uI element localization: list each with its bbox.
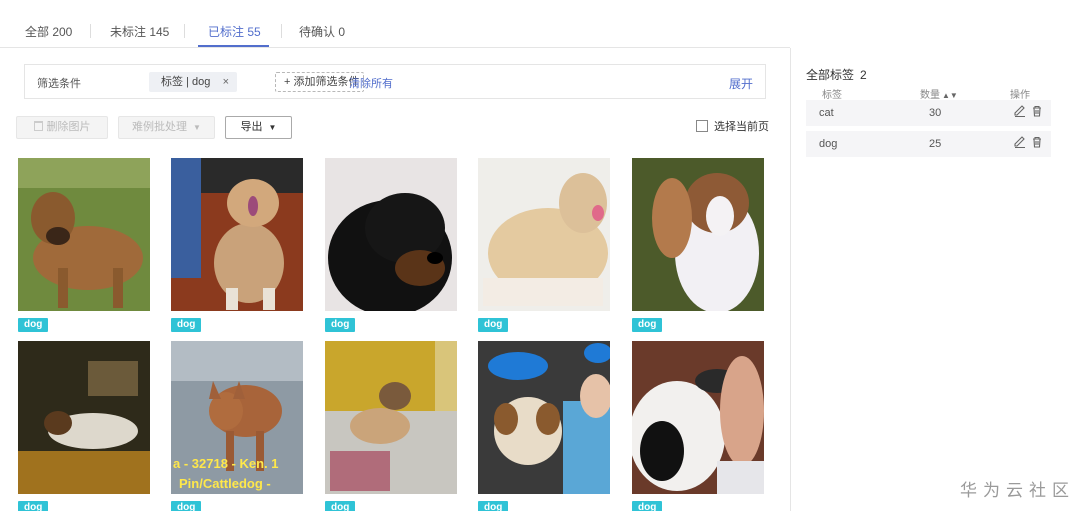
filter-chip[interactable]: 标签 | dog × xyxy=(149,72,237,92)
delete-images-label: 删除图片 xyxy=(46,121,91,133)
panel-divider xyxy=(790,48,791,511)
label-tag: dog xyxy=(632,501,663,511)
delete-images-button[interactable]: 删除图片 xyxy=(16,116,108,139)
trash-icon xyxy=(33,121,43,131)
dog-photo xyxy=(325,341,457,494)
chevron-down-icon: ▼ xyxy=(268,123,277,132)
export-label: 导出 xyxy=(240,121,263,133)
tab-pending[interactable]: 待确认 0 xyxy=(299,23,345,40)
label-tag: dog xyxy=(478,501,509,511)
image-card[interactable]: dog xyxy=(18,341,150,511)
column-header-actions: 操作 xyxy=(1010,90,1030,101)
column-header-count[interactable]: 数量 ▲▼ xyxy=(920,86,958,101)
tab-divider xyxy=(281,24,282,38)
image-card[interactable]: a - 32718 - Ken. 1 Pin/Cattledog - dog xyxy=(171,341,303,511)
dog-photo xyxy=(478,341,610,494)
edit-icon[interactable] xyxy=(1013,104,1027,118)
label-tag: dog xyxy=(632,318,663,332)
column-header-label: 标签 xyxy=(822,90,842,101)
close-icon[interactable]: × xyxy=(223,72,229,92)
dog-photo xyxy=(325,158,457,311)
label-count: 2 xyxy=(860,68,867,82)
dog-photo xyxy=(18,158,150,311)
tab-divider xyxy=(184,24,185,38)
image-card[interactable]: dog xyxy=(478,158,610,332)
trash-icon[interactable] xyxy=(1030,104,1044,118)
clear-all-link[interactable]: 清除所有 xyxy=(349,75,393,91)
tab-divider xyxy=(90,24,91,38)
edit-icon[interactable] xyxy=(1013,135,1027,149)
export-button[interactable]: 导出 ▼ xyxy=(225,116,292,139)
dog-photo xyxy=(632,158,764,311)
sort-icon[interactable]: ▲▼ xyxy=(942,91,958,100)
caption-line: a - 32718 - Ken. 1 xyxy=(173,456,279,471)
hard-example-batch-button[interactable]: 难例批处理 ▼ xyxy=(118,116,215,139)
dog-photo xyxy=(478,158,610,311)
chevron-down-icon: ▼ xyxy=(193,123,201,132)
trash-icon[interactable] xyxy=(1030,135,1044,149)
label-tag: dog xyxy=(325,318,356,332)
label-tag: dog xyxy=(18,501,49,511)
label-tag: dog xyxy=(478,318,509,332)
filter-bar: 筛选条件 标签 | dog × + 添加筛选条件 清除所有 展开 xyxy=(24,64,766,99)
label-tag: dog xyxy=(171,318,202,332)
tab-unlabeled[interactable]: 未标注 145 xyxy=(110,23,169,40)
dog-photo xyxy=(632,341,764,494)
select-current-page-label: 选择当前页 xyxy=(714,121,769,133)
active-tab-indicator xyxy=(198,45,269,47)
label-panel-title: 全部标签 2 xyxy=(806,66,867,83)
image-card[interactable]: dog xyxy=(325,341,457,511)
label-row: cat 30 xyxy=(806,100,1051,126)
label-tag: dog xyxy=(325,501,356,511)
tab-labeled[interactable]: 已标注 55 xyxy=(208,23,261,40)
label-count-value: 30 xyxy=(929,107,942,119)
tab-bar: 全部 200 未标注 145 已标注 55 待确认 0 xyxy=(0,0,790,48)
label-name: cat xyxy=(819,107,834,119)
image-card[interactable]: dog xyxy=(325,158,457,332)
image-card[interactable]: dog xyxy=(478,341,610,511)
image-card[interactable]: dog xyxy=(632,341,764,511)
image-card[interactable]: dog xyxy=(632,158,764,332)
expand-link[interactable]: 展开 xyxy=(729,75,753,92)
watermark: 华为云社区 xyxy=(960,481,1075,500)
tab-all[interactable]: 全部 200 xyxy=(25,23,72,40)
label-count-value: 25 xyxy=(929,138,942,150)
filter-chip-text: 标签 | dog xyxy=(161,76,211,88)
select-current-page-checkbox[interactable] xyxy=(696,120,708,132)
label-name: dog xyxy=(819,138,838,150)
dog-photo xyxy=(18,341,150,494)
select-current-page[interactable]: 选择当前页 xyxy=(696,118,769,134)
caption-line: Pin/Cattledog - xyxy=(179,476,271,491)
label-panel-title-text: 全部标签 xyxy=(806,68,855,82)
hard-example-batch-label: 难例批处理 xyxy=(132,121,188,133)
photo-caption-overlay: a - 32718 - Ken. 1 Pin/Cattledog - xyxy=(171,454,303,494)
image-card[interactable]: dog xyxy=(18,158,150,332)
image-card[interactable]: dog xyxy=(171,158,303,332)
dog-photo xyxy=(171,158,303,311)
label-tag: dog xyxy=(171,501,202,511)
filter-label: 筛选条件 xyxy=(37,78,81,90)
label-tag: dog xyxy=(18,318,49,332)
label-row: dog 25 xyxy=(806,131,1051,157)
